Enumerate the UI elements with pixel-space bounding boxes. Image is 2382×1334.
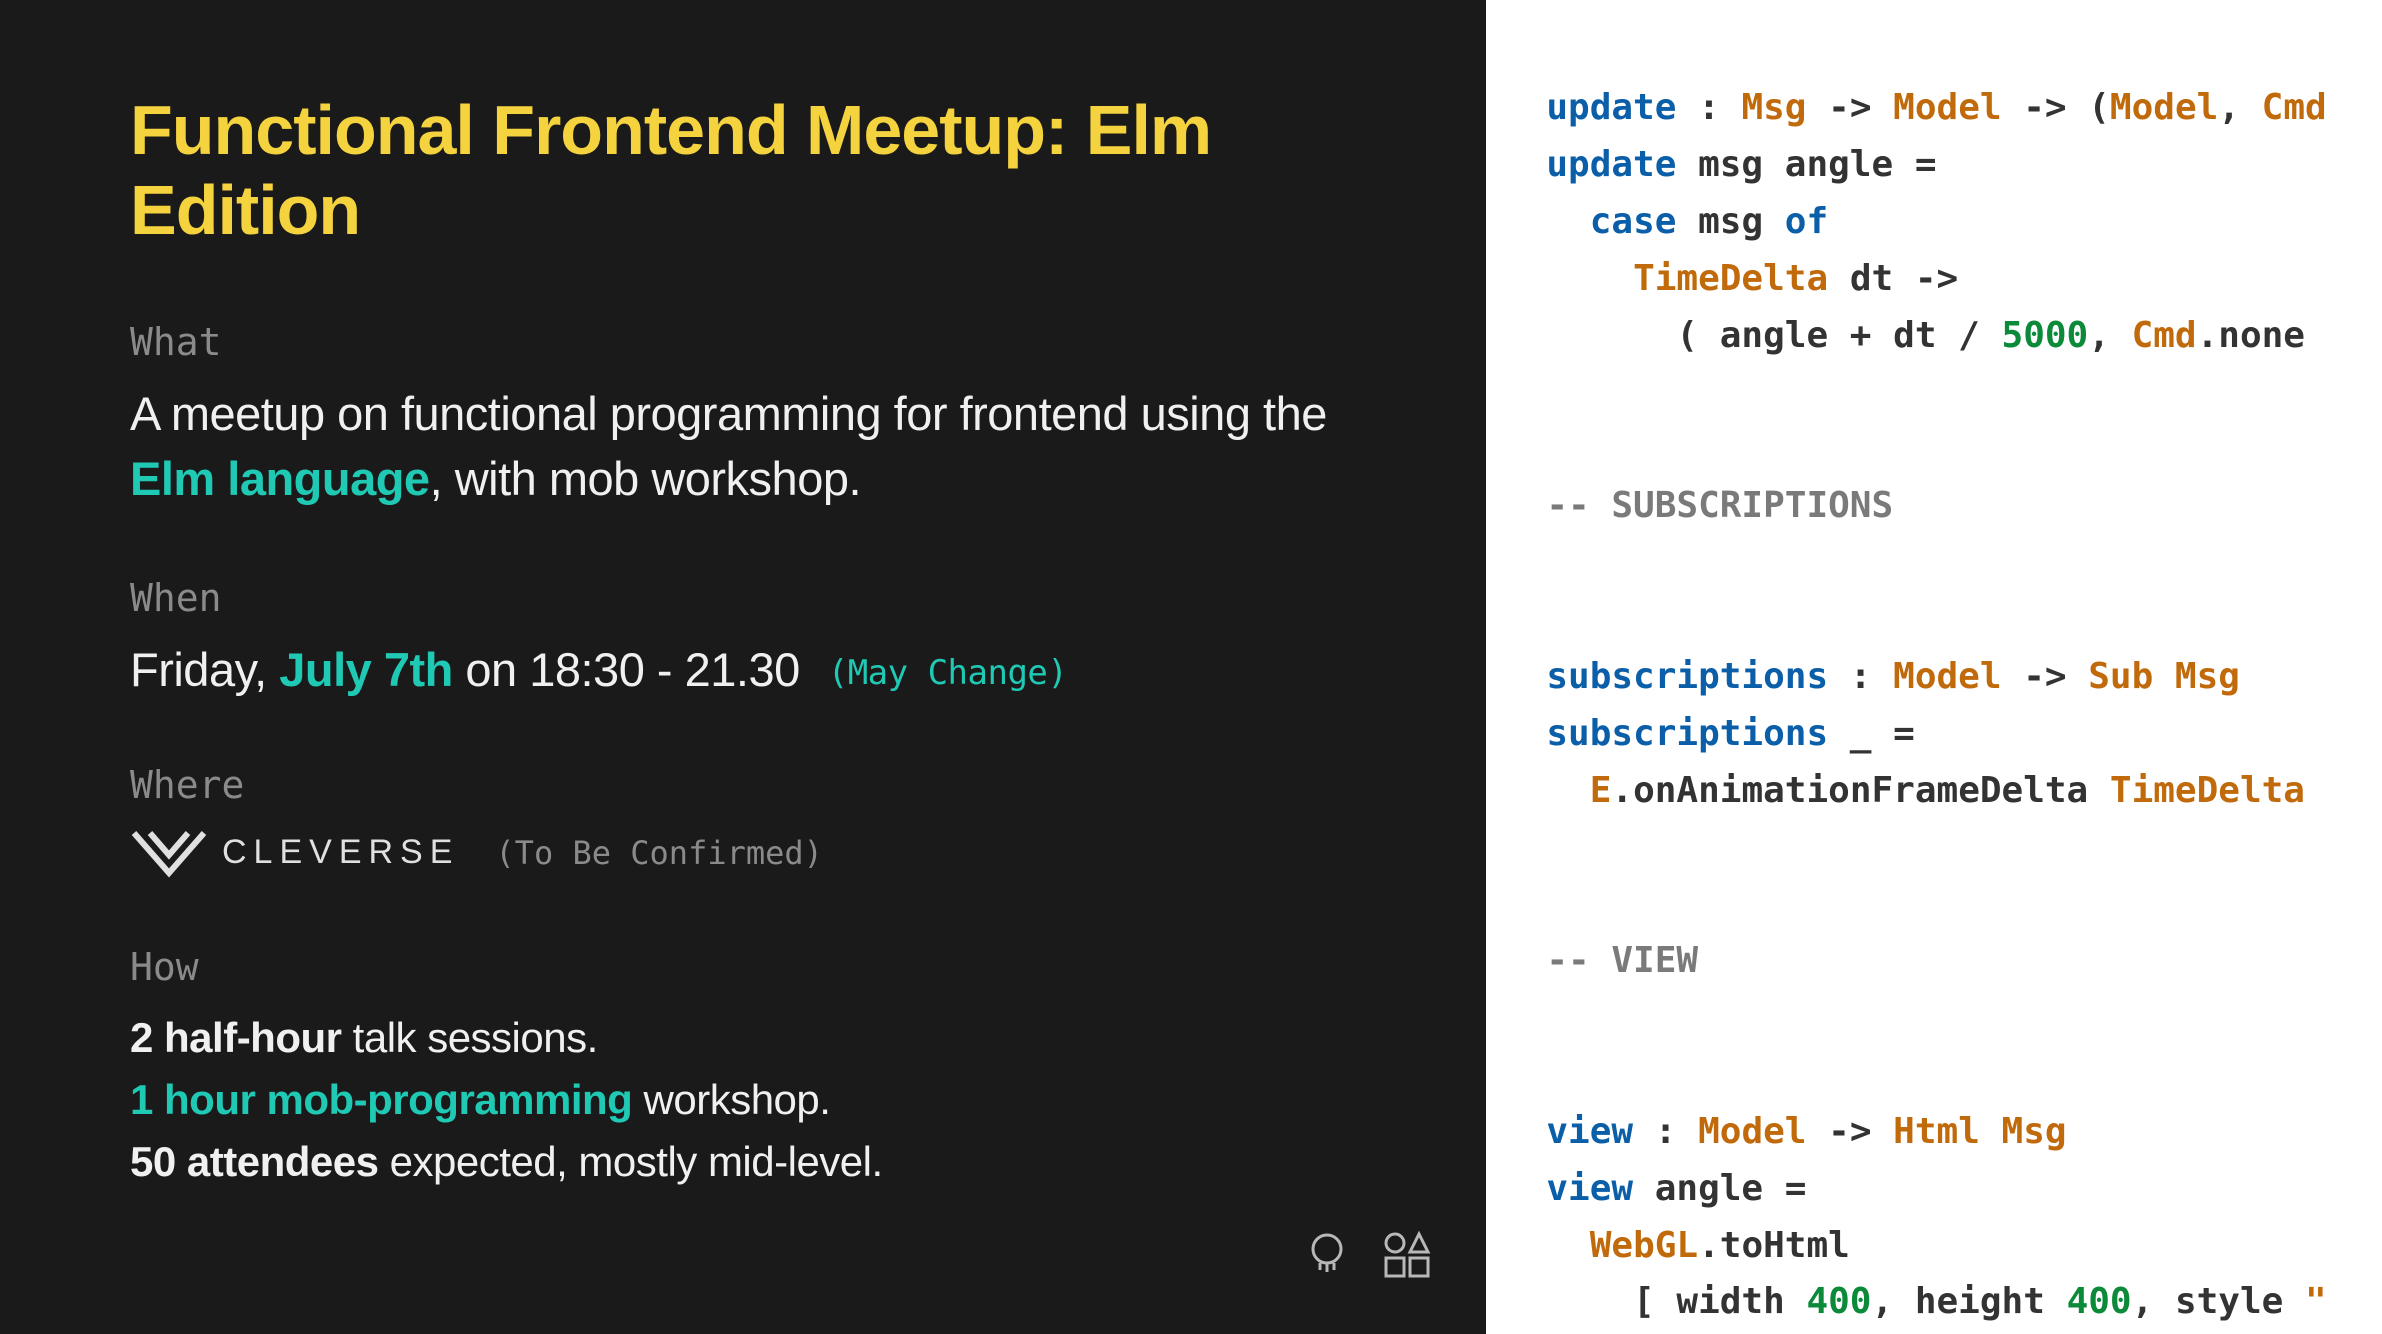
how-body: 2 half-hour talk sessions. 1 hour mob-pr… bbox=[130, 1007, 1366, 1193]
what-highlight: Elm language bbox=[130, 452, 430, 505]
how-line-3: 50 attendees expected, mostly mid-level. bbox=[130, 1131, 1366, 1193]
what-text-pre: A meetup on functional programming for f… bbox=[130, 387, 1327, 440]
lightbulb-icon[interactable] bbox=[1302, 1230, 1352, 1280]
slide-title: Functional Frontend Meetup: Elm Edition bbox=[130, 90, 1366, 250]
footer-icons bbox=[1302, 1230, 1432, 1280]
section-label-when: When bbox=[130, 576, 1366, 620]
where-note: (To Be Confirmed) bbox=[495, 834, 823, 872]
section-label-how: How bbox=[130, 945, 1366, 989]
section-label-what: What bbox=[130, 320, 1366, 364]
when-text-post: on 18:30 - 21.30 bbox=[453, 643, 800, 696]
when-body: Friday, July 7th on 18:30 - 21.30 (May Ch… bbox=[130, 638, 1366, 703]
what-text-post: , with mob workshop. bbox=[430, 452, 861, 505]
when-highlight: July 7th bbox=[279, 643, 453, 696]
when-note: (May Change) bbox=[828, 653, 1068, 693]
what-body: A meetup on functional programming for f… bbox=[130, 382, 1366, 512]
shapes-grid-icon[interactable] bbox=[1382, 1230, 1432, 1280]
when-text-pre: Friday, bbox=[130, 643, 279, 696]
how-line-1: 2 half-hour talk sessions. bbox=[130, 1007, 1366, 1069]
section-label-where: Where bbox=[130, 763, 1366, 807]
how-line-2: 1 hour mob-programming workshop. bbox=[130, 1069, 1366, 1131]
cleverse-logo: CLEVERSE bbox=[130, 825, 459, 881]
code-panel: update : Msg -> Model -> (Model, Cmd upd… bbox=[1486, 0, 2382, 1334]
cleverse-logo-icon bbox=[130, 825, 208, 881]
slide-left-panel: Functional Frontend Meetup: Elm Edition … bbox=[0, 0, 1486, 1334]
cleverse-logo-text: CLEVERSE bbox=[222, 833, 459, 872]
where-body: CLEVERSE (To Be Confirmed) bbox=[130, 825, 1366, 881]
